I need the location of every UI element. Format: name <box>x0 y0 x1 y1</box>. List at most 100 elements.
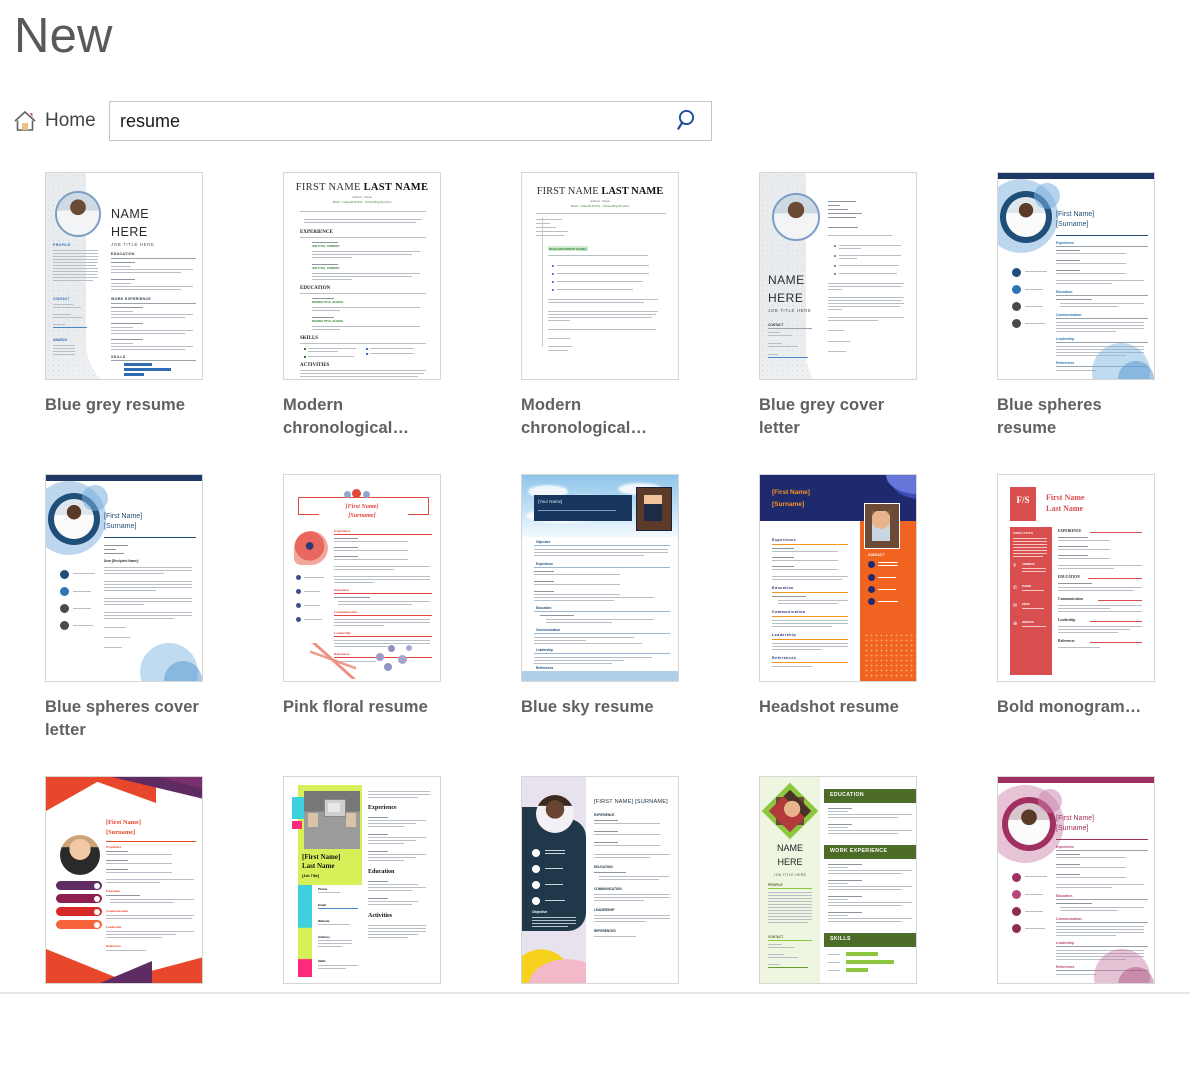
thumb-section-label: References <box>1056 965 1075 969</box>
thumb-section-label: Education <box>536 606 552 610</box>
thumb-surname: [Surname] <box>348 512 376 519</box>
thumb-section-label: CONTACT <box>768 935 784 939</box>
new-document-template-gallery: New Home resume PROFILE CONTACT AWARDS N… <box>0 0 1190 994</box>
template-card[interactable]: NAME HERE JOB TITLE HERE CONTACT Blue gr… <box>759 172 997 474</box>
thumb-first-name: First Name <box>1046 493 1085 502</box>
thumb-last-name: Last Name <box>1046 504 1084 513</box>
thumb-surname: [Surname] <box>104 523 137 530</box>
thumb-section-label: SKILLS <box>300 336 319 341</box>
thumb-section-label: EDUCATION <box>300 286 331 291</box>
thumb-name: HERE <box>768 291 804 305</box>
thumb-last-name: LAST NAME <box>363 182 429 193</box>
template-card[interactable]: [Your Name] Objective Experience Educati… <box>521 474 759 776</box>
thumb-section-label: Communication <box>536 628 561 632</box>
thumb-section-label: Education <box>1056 894 1073 898</box>
thumb-section-label: Activities <box>368 913 392 919</box>
thumb-section-label: Experience <box>334 529 351 533</box>
template-card[interactable]: PROFILE CONTACT AWARDS NAME HERE JOB TIT… <box>45 172 283 474</box>
template-card[interactable]: [First Name] [Surname] Experience Educat… <box>997 172 1190 474</box>
thumb-section-label: Education <box>368 869 395 875</box>
thumb-section-label: Education <box>772 586 794 590</box>
template-thumbnail[interactable]: [First Name] [Surname] Experience Educat… <box>283 474 441 682</box>
thumb-section-label: References <box>106 944 121 948</box>
thumb-section-label: References <box>1056 361 1075 365</box>
template-card[interactable]: [First Name] Last Name [Job Title] Phone… <box>283 776 521 1078</box>
template-thumbnail[interactable]: [First Name] [Surname] Experience Educat… <box>45 776 203 984</box>
template-card[interactable]: FIRST NAME LAST NAME Address · Phone Ema… <box>521 172 759 474</box>
template-thumbnail[interactable]: [First Name] Last Name [Job Title] Phone… <box>283 776 441 984</box>
template-thumbnail[interactable]: NAME HERE JOB TITLE HERE CONTACT <box>759 172 917 380</box>
template-card[interactable]: FIRST NAME LAST NAME Address · Phone Ema… <box>283 172 521 474</box>
thumb-first-name: [First Name] <box>302 853 341 861</box>
thumb-section-label: PROFILE <box>768 883 783 887</box>
template-label: Headshot resume <box>759 698 899 716</box>
template-label: Pink floral resume <box>283 698 428 716</box>
home-link[interactable]: Home <box>12 109 96 133</box>
template-thumbnail[interactable]: [First Name] [Surname] Experience Educat… <box>759 474 917 682</box>
thumb-section-label: Communication <box>1058 597 1083 601</box>
search-button[interactable] <box>665 102 711 140</box>
template-thumbnail[interactable]: [First Name] [Surname] Dear [Recipient N… <box>45 474 203 682</box>
template-thumbnail[interactable]: NAME HERE JOB TITLE HERE PROFILE CONTACT… <box>759 776 917 984</box>
thumb-last-name: Last Name <box>302 862 335 870</box>
thumb-name: NAME <box>111 207 150 221</box>
thumb-section-label: WORK EXPERIENCE <box>830 848 888 854</box>
thumb-section-label: EDUCATION <box>1058 575 1080 579</box>
template-thumbnail[interactable]: [Your Name] Objective Experience Educati… <box>521 474 679 682</box>
thumb-section-label: Objective <box>532 910 548 914</box>
thumb-section-label: Education <box>334 588 349 592</box>
thumb-section-label: Experience <box>106 845 122 849</box>
template-label: Blue spheres cover letter <box>45 698 200 739</box>
thumb-section-label: Communication <box>334 610 358 614</box>
template-card[interactable]: [First Name] [Surname] Experience Educat… <box>759 474 997 776</box>
template-thumbnail[interactable]: FIRST NAME LAST NAME Address · Phone Ema… <box>283 172 441 380</box>
thumb-section-label: EXPERIENCE <box>300 230 333 235</box>
search-input[interactable] <box>110 110 665 132</box>
template-card[interactable]: Objective [FIRST NAME] [SURNAME] EXPERIE… <box>521 776 759 1078</box>
template-card[interactable]: [First Name] [Surname] Experience Educat… <box>997 776 1190 1078</box>
thumb-first-name: [First Name] <box>104 513 143 520</box>
thumb-section-label: Education <box>1056 290 1073 294</box>
thumb-surname: [Surname] <box>1056 825 1089 832</box>
template-thumbnail[interactable]: PROFILE CONTACT AWARDS NAME HERE JOB TIT… <box>45 172 203 380</box>
thumb-section-label: ACTIVITIES <box>300 363 330 368</box>
thumb-section-label: References <box>772 656 797 660</box>
thumb-section-label: WORK EXPERIENCE <box>111 297 152 301</box>
thumb-last-name: LAST NAME <box>601 186 664 197</box>
thumb-monogram: F/S <box>1016 495 1030 505</box>
thumb-section-label: CONTACT <box>868 553 885 557</box>
thumb-section-label: Objective <box>536 540 551 544</box>
template-thumbnail[interactable]: F/S First Name Last Name OBJECTIVES ⚲ AD… <box>997 474 1155 682</box>
template-thumbnail[interactable]: [First Name] [Surname] Experience Educat… <box>997 172 1155 380</box>
thumb-job-title: [Job Title] <box>302 874 320 878</box>
thumb-job-title: JOB TITLE HERE <box>773 873 807 877</box>
template-card[interactable]: [First Name] [Surname] Experience Educat… <box>45 776 283 1078</box>
template-label: Bold monogram… <box>997 698 1142 716</box>
thumb-first-name: [First Name] <box>772 489 810 496</box>
thumb-section-label: PROFILE <box>53 243 71 247</box>
template-label: Blue sky resume <box>521 698 654 716</box>
template-thumbnail[interactable]: [First Name] [Surname] Experience Educat… <box>997 776 1155 984</box>
thumb-section-label: Experience <box>1056 241 1075 245</box>
template-card[interactable]: NAME HERE JOB TITLE HERE PROFILE CONTACT… <box>759 776 997 1078</box>
thumb-job-title: JOB TITLE HERE <box>111 242 155 247</box>
template-card[interactable]: F/S First Name Last Name OBJECTIVES ⚲ AD… <box>997 474 1190 776</box>
thumb-section-label: OBJECTIVES <box>1013 531 1034 535</box>
thumb-section-label: Communication <box>1056 313 1082 317</box>
thumb-section-label: EXPERIENCE <box>594 813 615 817</box>
search-box[interactable] <box>109 101 712 141</box>
thumb-section-label: Experience <box>772 538 797 542</box>
template-label: Blue spheres resume <box>997 396 1102 437</box>
thumb-your-name: [Your Name] <box>538 499 563 504</box>
thumb-name: NAME <box>768 273 805 287</box>
template-card[interactable]: [First Name] [Surname] Dear [Recipient N… <box>45 474 283 776</box>
thumb-section-label: Leadership <box>106 925 122 929</box>
template-thumbnail[interactable]: Objective [FIRST NAME] [SURNAME] EXPERIE… <box>521 776 679 984</box>
thumb-section-label: EDUCATION <box>111 252 135 256</box>
template-thumbnail[interactable]: FIRST NAME LAST NAME Address · Phone Ema… <box>521 172 679 380</box>
template-label: Blue grey resume <box>45 396 186 414</box>
template-card[interactable]: [First Name] [Surname] Experience Educat… <box>283 474 521 776</box>
thumb-section-label: SKILLS <box>111 355 126 359</box>
thumb-section-label: References <box>536 666 554 670</box>
thumb-first-name: FIRST NAME <box>295 182 361 193</box>
